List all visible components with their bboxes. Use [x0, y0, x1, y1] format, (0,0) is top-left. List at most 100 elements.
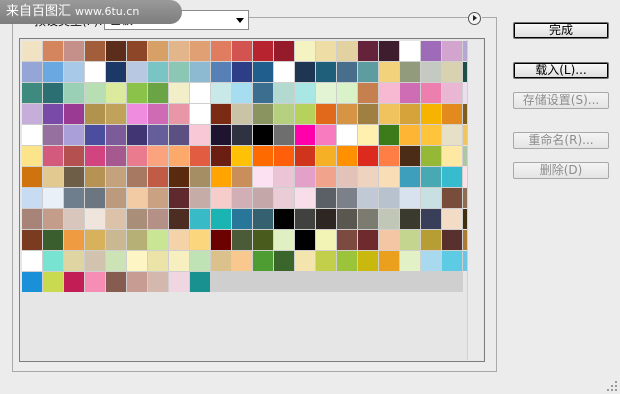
color-swatch[interactable] — [127, 62, 147, 82]
color-swatch[interactable] — [400, 104, 420, 124]
color-swatch[interactable] — [169, 167, 189, 187]
color-swatch[interactable] — [421, 104, 441, 124]
color-swatch[interactable] — [274, 83, 294, 103]
color-swatch[interactable] — [358, 251, 378, 271]
color-swatch[interactable] — [295, 125, 315, 145]
color-swatch[interactable] — [421, 251, 441, 271]
color-swatch[interactable] — [421, 41, 441, 61]
color-swatch[interactable] — [337, 251, 357, 271]
color-swatch[interactable] — [127, 125, 147, 145]
color-swatch[interactable] — [190, 272, 210, 292]
color-swatch[interactable] — [85, 230, 105, 250]
color-swatch[interactable] — [379, 125, 399, 145]
color-swatch[interactable] — [421, 167, 441, 187]
color-swatch[interactable] — [274, 125, 294, 145]
color-swatch[interactable] — [358, 62, 378, 82]
color-swatch[interactable] — [64, 146, 84, 166]
color-swatch[interactable] — [190, 146, 210, 166]
color-swatch[interactable] — [379, 104, 399, 124]
done-button[interactable]: 完成 — [513, 22, 609, 39]
color-swatch[interactable] — [64, 41, 84, 61]
color-swatch[interactable] — [43, 167, 63, 187]
color-swatch[interactable] — [106, 146, 126, 166]
color-swatch[interactable] — [190, 41, 210, 61]
color-swatch[interactable] — [442, 125, 462, 145]
color-swatch[interactable] — [211, 230, 231, 250]
color-swatch[interactable] — [127, 230, 147, 250]
color-swatch[interactable] — [169, 230, 189, 250]
delete-button[interactable]: 删除(D) — [513, 162, 609, 179]
color-swatch[interactable] — [316, 146, 336, 166]
color-swatch[interactable] — [85, 83, 105, 103]
color-swatch[interactable] — [379, 41, 399, 61]
color-swatch[interactable] — [442, 209, 462, 229]
color-swatch[interactable] — [64, 230, 84, 250]
color-swatch[interactable] — [421, 188, 441, 208]
color-swatch[interactable] — [400, 41, 420, 61]
color-swatch[interactable] — [43, 251, 63, 271]
color-swatch[interactable] — [169, 188, 189, 208]
swatch-list[interactable] — [19, 38, 485, 362]
color-swatch[interactable] — [106, 272, 126, 292]
color-swatch[interactable] — [358, 230, 378, 250]
color-swatch[interactable] — [442, 62, 462, 82]
color-swatch[interactable] — [442, 188, 462, 208]
color-swatch[interactable] — [85, 272, 105, 292]
resize-grip-icon[interactable] — [607, 381, 617, 391]
color-swatch[interactable] — [43, 209, 63, 229]
color-swatch[interactable] — [442, 104, 462, 124]
color-swatch[interactable] — [22, 41, 42, 61]
color-swatch[interactable] — [316, 167, 336, 187]
color-swatch[interactable] — [358, 41, 378, 61]
color-swatch[interactable] — [358, 83, 378, 103]
color-swatch[interactable] — [211, 83, 231, 103]
color-swatch[interactable] — [190, 209, 210, 229]
color-swatch[interactable] — [64, 188, 84, 208]
color-swatch[interactable] — [442, 167, 462, 187]
color-swatch[interactable] — [253, 125, 273, 145]
color-swatch[interactable] — [148, 167, 168, 187]
color-swatch[interactable] — [358, 209, 378, 229]
color-swatch[interactable] — [127, 209, 147, 229]
color-swatch[interactable] — [295, 251, 315, 271]
color-swatch[interactable] — [190, 251, 210, 271]
color-swatch[interactable] — [316, 41, 336, 61]
color-swatch[interactable] — [442, 41, 462, 61]
color-swatch[interactable] — [442, 230, 462, 250]
color-swatch[interactable] — [127, 251, 147, 271]
color-swatch[interactable] — [400, 125, 420, 145]
color-swatch[interactable] — [85, 62, 105, 82]
color-swatch[interactable] — [253, 188, 273, 208]
color-swatch[interactable] — [232, 146, 252, 166]
color-swatch[interactable] — [22, 83, 42, 103]
color-swatch[interactable] — [421, 62, 441, 82]
color-swatch[interactable] — [64, 62, 84, 82]
color-swatch[interactable] — [400, 230, 420, 250]
color-swatch[interactable] — [190, 125, 210, 145]
color-swatch[interactable] — [64, 125, 84, 145]
color-swatch[interactable] — [211, 104, 231, 124]
color-swatch[interactable] — [379, 188, 399, 208]
color-swatch[interactable] — [274, 188, 294, 208]
color-swatch[interactable] — [64, 83, 84, 103]
color-swatch[interactable] — [106, 62, 126, 82]
color-swatch[interactable] — [337, 230, 357, 250]
color-swatch[interactable] — [232, 125, 252, 145]
color-swatch[interactable] — [232, 251, 252, 271]
color-swatch[interactable] — [127, 272, 147, 292]
color-swatch[interactable] — [274, 251, 294, 271]
color-swatch[interactable] — [232, 167, 252, 187]
color-swatch[interactable] — [22, 251, 42, 271]
color-swatch[interactable] — [106, 41, 126, 61]
color-swatch[interactable] — [274, 62, 294, 82]
color-swatch[interactable] — [211, 188, 231, 208]
color-swatch[interactable] — [169, 104, 189, 124]
save-settings-button[interactable]: 存储设置(S)... — [513, 92, 609, 109]
color-swatch[interactable] — [43, 41, 63, 61]
color-swatch[interactable] — [337, 41, 357, 61]
color-swatch[interactable] — [253, 209, 273, 229]
color-swatch[interactable] — [295, 62, 315, 82]
color-swatch[interactable] — [169, 125, 189, 145]
scrollbar[interactable] — [467, 40, 483, 360]
color-swatch[interactable] — [316, 230, 336, 250]
